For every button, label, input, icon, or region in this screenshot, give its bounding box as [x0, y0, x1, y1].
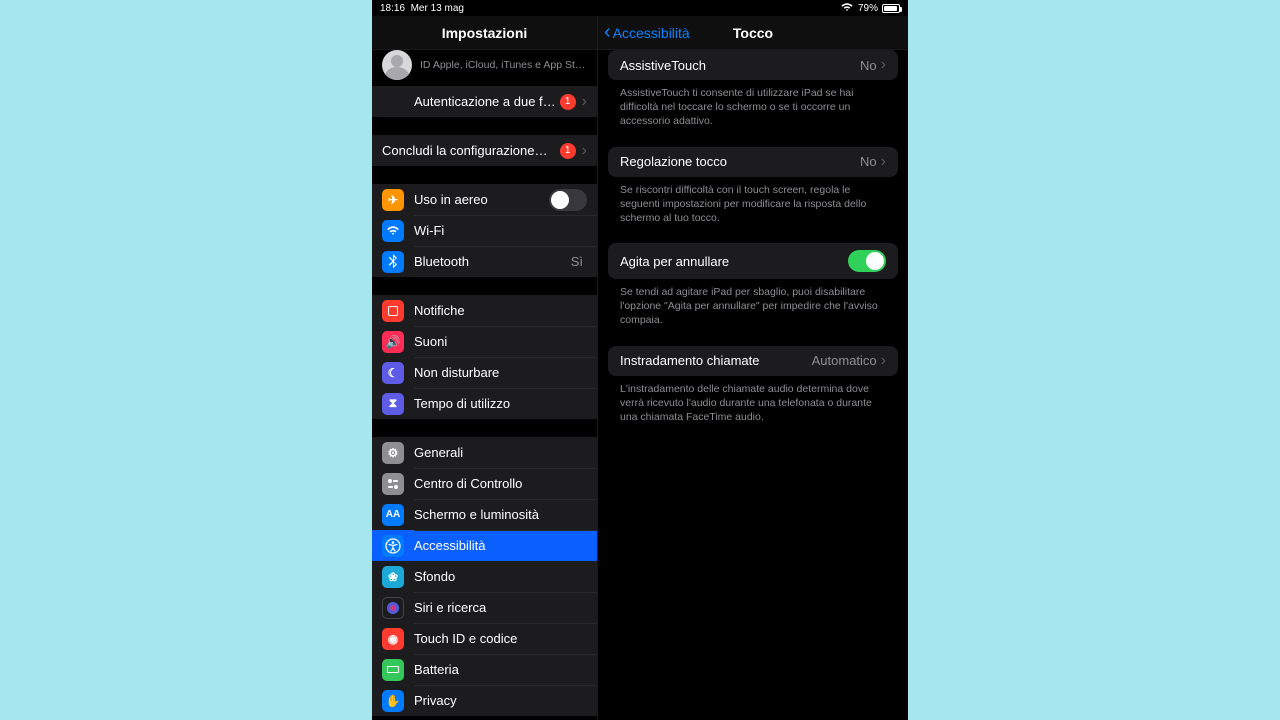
detail-pane: ‹ Accessibilità Tocco AssistiveTouch No …: [598, 16, 908, 720]
hourglass-icon: ⧗: [382, 393, 404, 415]
sidebar-title: Impostazioni: [442, 25, 528, 41]
airplane-icon: ✈: [382, 189, 404, 211]
wifi-row[interactable]: Wi-Fi: [372, 215, 597, 246]
status-bar: 18:16 Mer 13 mag 79%: [372, 0, 908, 16]
airplane-toggle[interactable]: [549, 189, 587, 211]
assistive-touch-footer: AssistiveTouch ti consente di utilizzare…: [598, 80, 908, 129]
wallpaper-row[interactable]: ❀ Sfondo: [372, 561, 597, 592]
back-button[interactable]: ‹ Accessibilità: [604, 16, 690, 49]
fingerprint-icon: ◉: [382, 628, 404, 650]
bluetooth-row[interactable]: Bluetooth Sì: [372, 246, 597, 277]
shake-to-undo-row: Agita per annullare: [608, 243, 898, 279]
sidebar-header: Impostazioni: [372, 16, 597, 50]
accessibility-icon: [382, 535, 404, 557]
apple-id-row[interactable]: ID Apple, iCloud, iTunes e App St…: [372, 50, 597, 86]
battery-icon: [382, 659, 404, 681]
battery-icon: [882, 4, 900, 13]
touch-accommodations-row[interactable]: Regolazione tocco No ›: [608, 147, 898, 177]
sounds-icon: 🔊: [382, 331, 404, 353]
chevron-right-icon: ›: [881, 57, 886, 73]
assistive-touch-row[interactable]: AssistiveTouch No ›: [608, 50, 898, 80]
control-center-row[interactable]: Centro di Controllo: [372, 468, 597, 499]
battery-row[interactable]: Batteria: [372, 654, 597, 685]
screentime-row[interactable]: ⧗ Tempo di utilizzo: [372, 388, 597, 419]
settings-sidebar: Impostazioni ID Apple, iCloud, iTunes e …: [372, 16, 598, 720]
hand-icon: ✋: [382, 690, 404, 712]
dnd-row[interactable]: ☾ Non disturbare: [372, 357, 597, 388]
notifications-icon: [382, 300, 404, 322]
status-time: 18:16 Mer 13 mag: [380, 3, 464, 14]
general-row[interactable]: ⚙ Generali: [372, 437, 597, 468]
privacy-row[interactable]: ✋ Privacy: [372, 685, 597, 716]
touch-accommodations-footer: Se riscontri difficoltà con il touch scr…: [598, 177, 908, 226]
siri-row[interactable]: Siri e ricerca: [372, 592, 597, 623]
apple-id-subtitle: ID Apple, iCloud, iTunes e App St…: [420, 59, 587, 71]
airplane-mode-row[interactable]: ✈ Uso in aereo: [372, 184, 597, 215]
display-row[interactable]: AA Schermo e luminosità: [372, 499, 597, 530]
call-routing-footer: L'instradamento delle chiamate audio det…: [598, 376, 908, 425]
battery-percentage: 79%: [858, 3, 878, 14]
chevron-right-icon: ›: [881, 353, 886, 369]
chevron-right-icon: ›: [881, 154, 886, 170]
chevron-right-icon: ›: [582, 143, 587, 159]
finish-setup-row[interactable]: Concludi la configurazione… 1 ›: [372, 135, 597, 166]
bluetooth-icon: [382, 251, 404, 273]
badge-icon: 1: [560, 143, 576, 159]
call-routing-row[interactable]: Instradamento chiamate Automatico ›: [608, 346, 898, 376]
notifications-row[interactable]: Notifiche: [372, 295, 597, 326]
detail-header: ‹ Accessibilità Tocco: [598, 16, 908, 50]
chevron-left-icon: ‹: [604, 22, 611, 42]
switches-icon: [382, 473, 404, 495]
shake-to-undo-toggle[interactable]: [848, 250, 886, 272]
badge-icon: 1: [560, 94, 576, 110]
accessibility-row[interactable]: Accessibilità: [372, 530, 597, 561]
chevron-right-icon: ›: [582, 94, 587, 110]
two-factor-row[interactable]: Autenticazione a due fattori 1 ›: [372, 86, 597, 117]
avatar: [382, 50, 412, 80]
moon-icon: ☾: [382, 362, 404, 384]
ipad-settings-screen: 18:16 Mer 13 mag 79% Impostazioni ID App…: [372, 0, 908, 720]
siri-icon: [382, 597, 404, 619]
detail-title: Tocco: [733, 25, 773, 41]
wallpaper-icon: ❀: [382, 566, 404, 588]
back-label: Accessibilità: [613, 25, 690, 41]
text-size-icon: AA: [382, 504, 404, 526]
shake-to-undo-footer: Se tendi ad agitare iPad per sbaglio, pu…: [598, 279, 908, 328]
gear-icon: ⚙: [382, 442, 404, 464]
sounds-row[interactable]: 🔊 Suoni: [372, 326, 597, 357]
touchid-row[interactable]: ◉ Touch ID e codice: [372, 623, 597, 654]
wifi-icon: [382, 220, 404, 242]
wifi-icon: [840, 2, 854, 15]
